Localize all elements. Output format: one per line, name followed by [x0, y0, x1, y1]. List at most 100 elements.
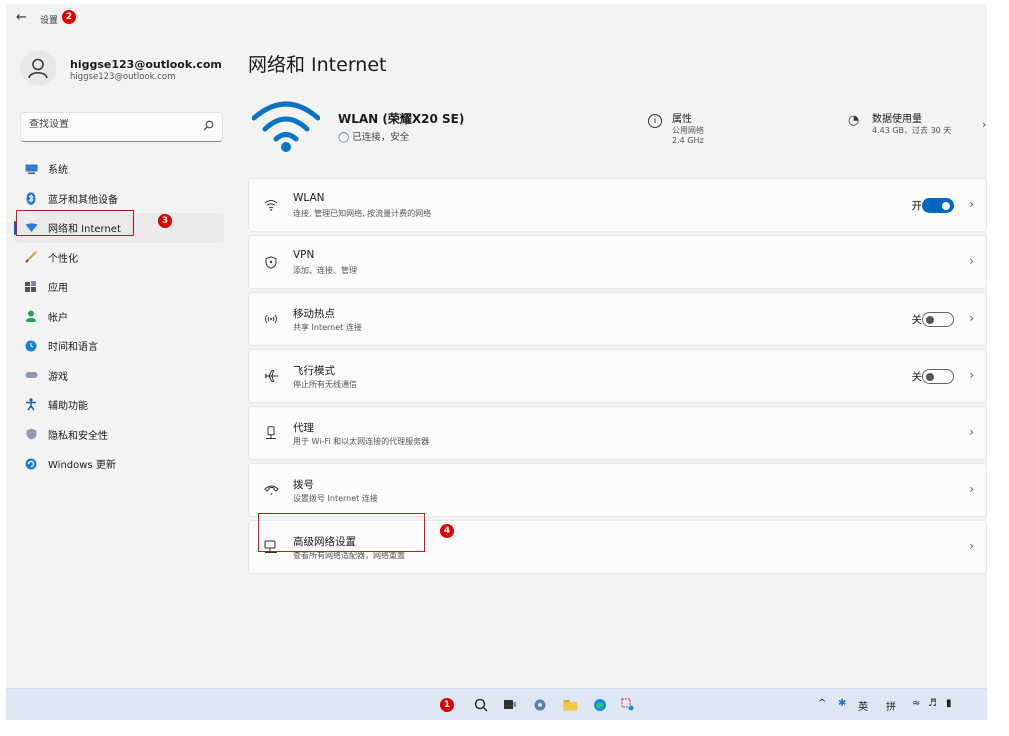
edge-browser-icon[interactable]	[592, 697, 608, 713]
annotation-badge-4: 4	[440, 524, 454, 538]
tray-ime[interactable]: 拼	[886, 698, 896, 713]
dialup-icon	[263, 482, 279, 498]
chevron-right-icon: ›	[969, 368, 974, 382]
network-icon	[24, 221, 38, 235]
sidebar-item-label: 应用	[48, 283, 68, 295]
update-icon	[24, 457, 38, 471]
card-subtitle: 共享 Internet 连接	[293, 323, 362, 332]
avatar-icon	[20, 50, 56, 86]
file-explorer-icon[interactable]	[562, 697, 578, 713]
sidebar-item-accounts[interactable]: 帐户	[14, 302, 224, 332]
sidebar-item-label: 帐户	[48, 312, 68, 324]
annotation-badge-1: 1	[440, 698, 454, 712]
card-subtitle: 停止所有无线通信	[293, 380, 357, 389]
card-title: 飞行模式	[293, 365, 335, 377]
card-mobile-hotspot[interactable]: 移动热点 共享 Internet 连接 关 ›	[248, 292, 987, 346]
search-box[interactable]	[20, 112, 223, 142]
data-usage-title: 数据使用量	[872, 114, 922, 125]
title-bar: ← 设置	[6, 4, 987, 32]
sidebar-item-system[interactable]: 系统	[14, 154, 224, 184]
sidebar-item-label: 个性化	[48, 253, 78, 265]
card-title: 移动热点	[293, 308, 335, 320]
toggle-state-label: 开	[911, 200, 923, 212]
sidebar-item-label: Windows 更新	[48, 460, 116, 472]
card-title: 代理	[293, 422, 314, 434]
properties-title: 属性	[672, 114, 692, 125]
toggle-state-label: 关	[911, 371, 923, 383]
settings-window: ← 设置 higgse123@outlook.com higgse123@out…	[6, 4, 987, 720]
back-arrow-icon[interactable]: ←	[16, 10, 27, 25]
card-vpn[interactable]: VPN 添加、连接、管理 ›	[248, 235, 987, 289]
sidebar-item-network[interactable]: 网络和 Internet	[14, 213, 224, 243]
network-ssid: WLAN (荣耀X20 SE)	[338, 112, 465, 126]
settings-gear-icon[interactable]	[532, 697, 548, 713]
sidebar-item-label: 时间和语言	[48, 342, 98, 354]
chevron-right-icon: ›	[969, 311, 974, 325]
card-title: 高级网络设置	[293, 536, 356, 548]
globe-icon: ◯	[338, 132, 350, 143]
window-title: 设置	[40, 16, 59, 26]
sidebar-item-label: 游戏	[48, 371, 68, 383]
data-usage-icon: ◔	[848, 113, 860, 128]
sidebar-item-label: 隐私和安全性	[48, 430, 108, 442]
annotation-badge-3: 3	[158, 214, 172, 228]
user-profile[interactable]: higgse123@outlook.com higgse123@outlook.…	[20, 50, 230, 90]
sidebar-nav: 系统 蓝牙和其他设备 网络和 Internet 个性化 应用 帐户 时间和语言	[14, 154, 224, 479]
sidebar-item-accessibility[interactable]: 辅助功能	[14, 390, 224, 420]
sidebar-item-gaming[interactable]: 游戏	[14, 361, 224, 391]
card-advanced-network-settings[interactable]: 高级网络设置 查看所有网络适配器，网络重置 ›	[248, 520, 987, 574]
tray-battery-icon[interactable]: ▮	[946, 698, 952, 709]
card-wlan[interactable]: WLAN 连接, 管理已知网络, 按流量计费的网络 开 ›	[248, 178, 987, 232]
taskbar-search-icon[interactable]	[473, 697, 489, 713]
vpn-shield-icon	[263, 254, 279, 270]
sidebar-item-bluetooth[interactable]: 蓝牙和其他设备	[14, 184, 224, 214]
card-proxy[interactable]: 代理 用于 Wi-Fi 和以太网连接的代理服务器 ›	[248, 406, 987, 460]
shield-icon	[24, 427, 38, 441]
data-usage-detail: 4.43 GB，过去 30 天	[872, 126, 952, 135]
sidebar-item-apps[interactable]: 应用	[14, 272, 224, 302]
task-view-icon[interactable]	[502, 697, 518, 713]
page-title: 网络和 Internet	[248, 54, 387, 76]
snipping-tool-icon[interactable]	[620, 697, 636, 713]
wlan-toggle[interactable]	[922, 198, 954, 213]
card-title: VPN	[293, 249, 315, 261]
proxy-icon	[263, 425, 279, 441]
chevron-right-icon: ›	[982, 118, 987, 131]
taskbar: 1 ^ ✱ 英 拼 ≈ ♬ ▮	[6, 688, 987, 720]
airplane-mode-toggle[interactable]	[922, 369, 954, 384]
search-icon[interactable]	[203, 120, 214, 134]
sidebar-item-personalization[interactable]: 个性化	[14, 243, 224, 273]
gamepad-icon	[24, 368, 38, 382]
airplane-icon	[263, 368, 279, 384]
properties-link[interactable]: i 属性 公用网络 2.4 GHz	[648, 108, 768, 154]
connection-status: ◯ 已连接，安全	[338, 129, 409, 143]
sidebar-item-privacy[interactable]: 隐私和安全性	[14, 420, 224, 450]
annotation-badge-2: 2	[62, 10, 76, 24]
monitor-icon	[24, 162, 38, 176]
settings-cards: WLAN 连接, 管理已知网络, 按流量计费的网络 开 › VPN 添加、连接、…	[248, 178, 987, 577]
sidebar-item-label: 蓝牙和其他设备	[48, 194, 118, 206]
profile-email: higgse123@outlook.com	[70, 72, 176, 82]
hotspot-toggle[interactable]	[922, 312, 954, 327]
network-adapter-icon	[263, 539, 279, 555]
bluetooth-icon	[24, 191, 38, 205]
sidebar-item-windows-update[interactable]: Windows 更新	[14, 449, 224, 479]
wifi-large-icon	[252, 101, 320, 152]
tray-bluetooth-icon[interactable]: ✱	[838, 698, 846, 709]
tray-chevron-up-icon[interactable]: ^	[818, 698, 826, 709]
search-input[interactable]	[29, 119, 189, 130]
sidebar-item-label: 系统	[48, 165, 68, 177]
tray-language[interactable]: 英	[858, 698, 868, 713]
clock-globe-icon	[24, 339, 38, 353]
tray-wifi-icon[interactable]: ≈	[912, 698, 920, 709]
card-dial-up[interactable]: 拨号 设置拨号 Internet 连接 ›	[248, 463, 987, 517]
wifi-icon	[263, 197, 279, 213]
card-subtitle: 添加、连接、管理	[293, 266, 357, 275]
info-icon: i	[648, 114, 662, 128]
sidebar-item-time-language[interactable]: 时间和语言	[14, 331, 224, 361]
card-subtitle: 连接, 管理已知网络, 按流量计费的网络	[293, 209, 432, 218]
card-airplane-mode[interactable]: 飞行模式 停止所有无线通信 关 ›	[248, 349, 987, 403]
data-usage-link[interactable]: ◔ 数据使用量 4.43 GB，过去 30 天 ›	[848, 108, 988, 154]
tray-volume-icon[interactable]: ♬	[928, 698, 937, 709]
toggle-state-label: 关	[911, 314, 923, 326]
